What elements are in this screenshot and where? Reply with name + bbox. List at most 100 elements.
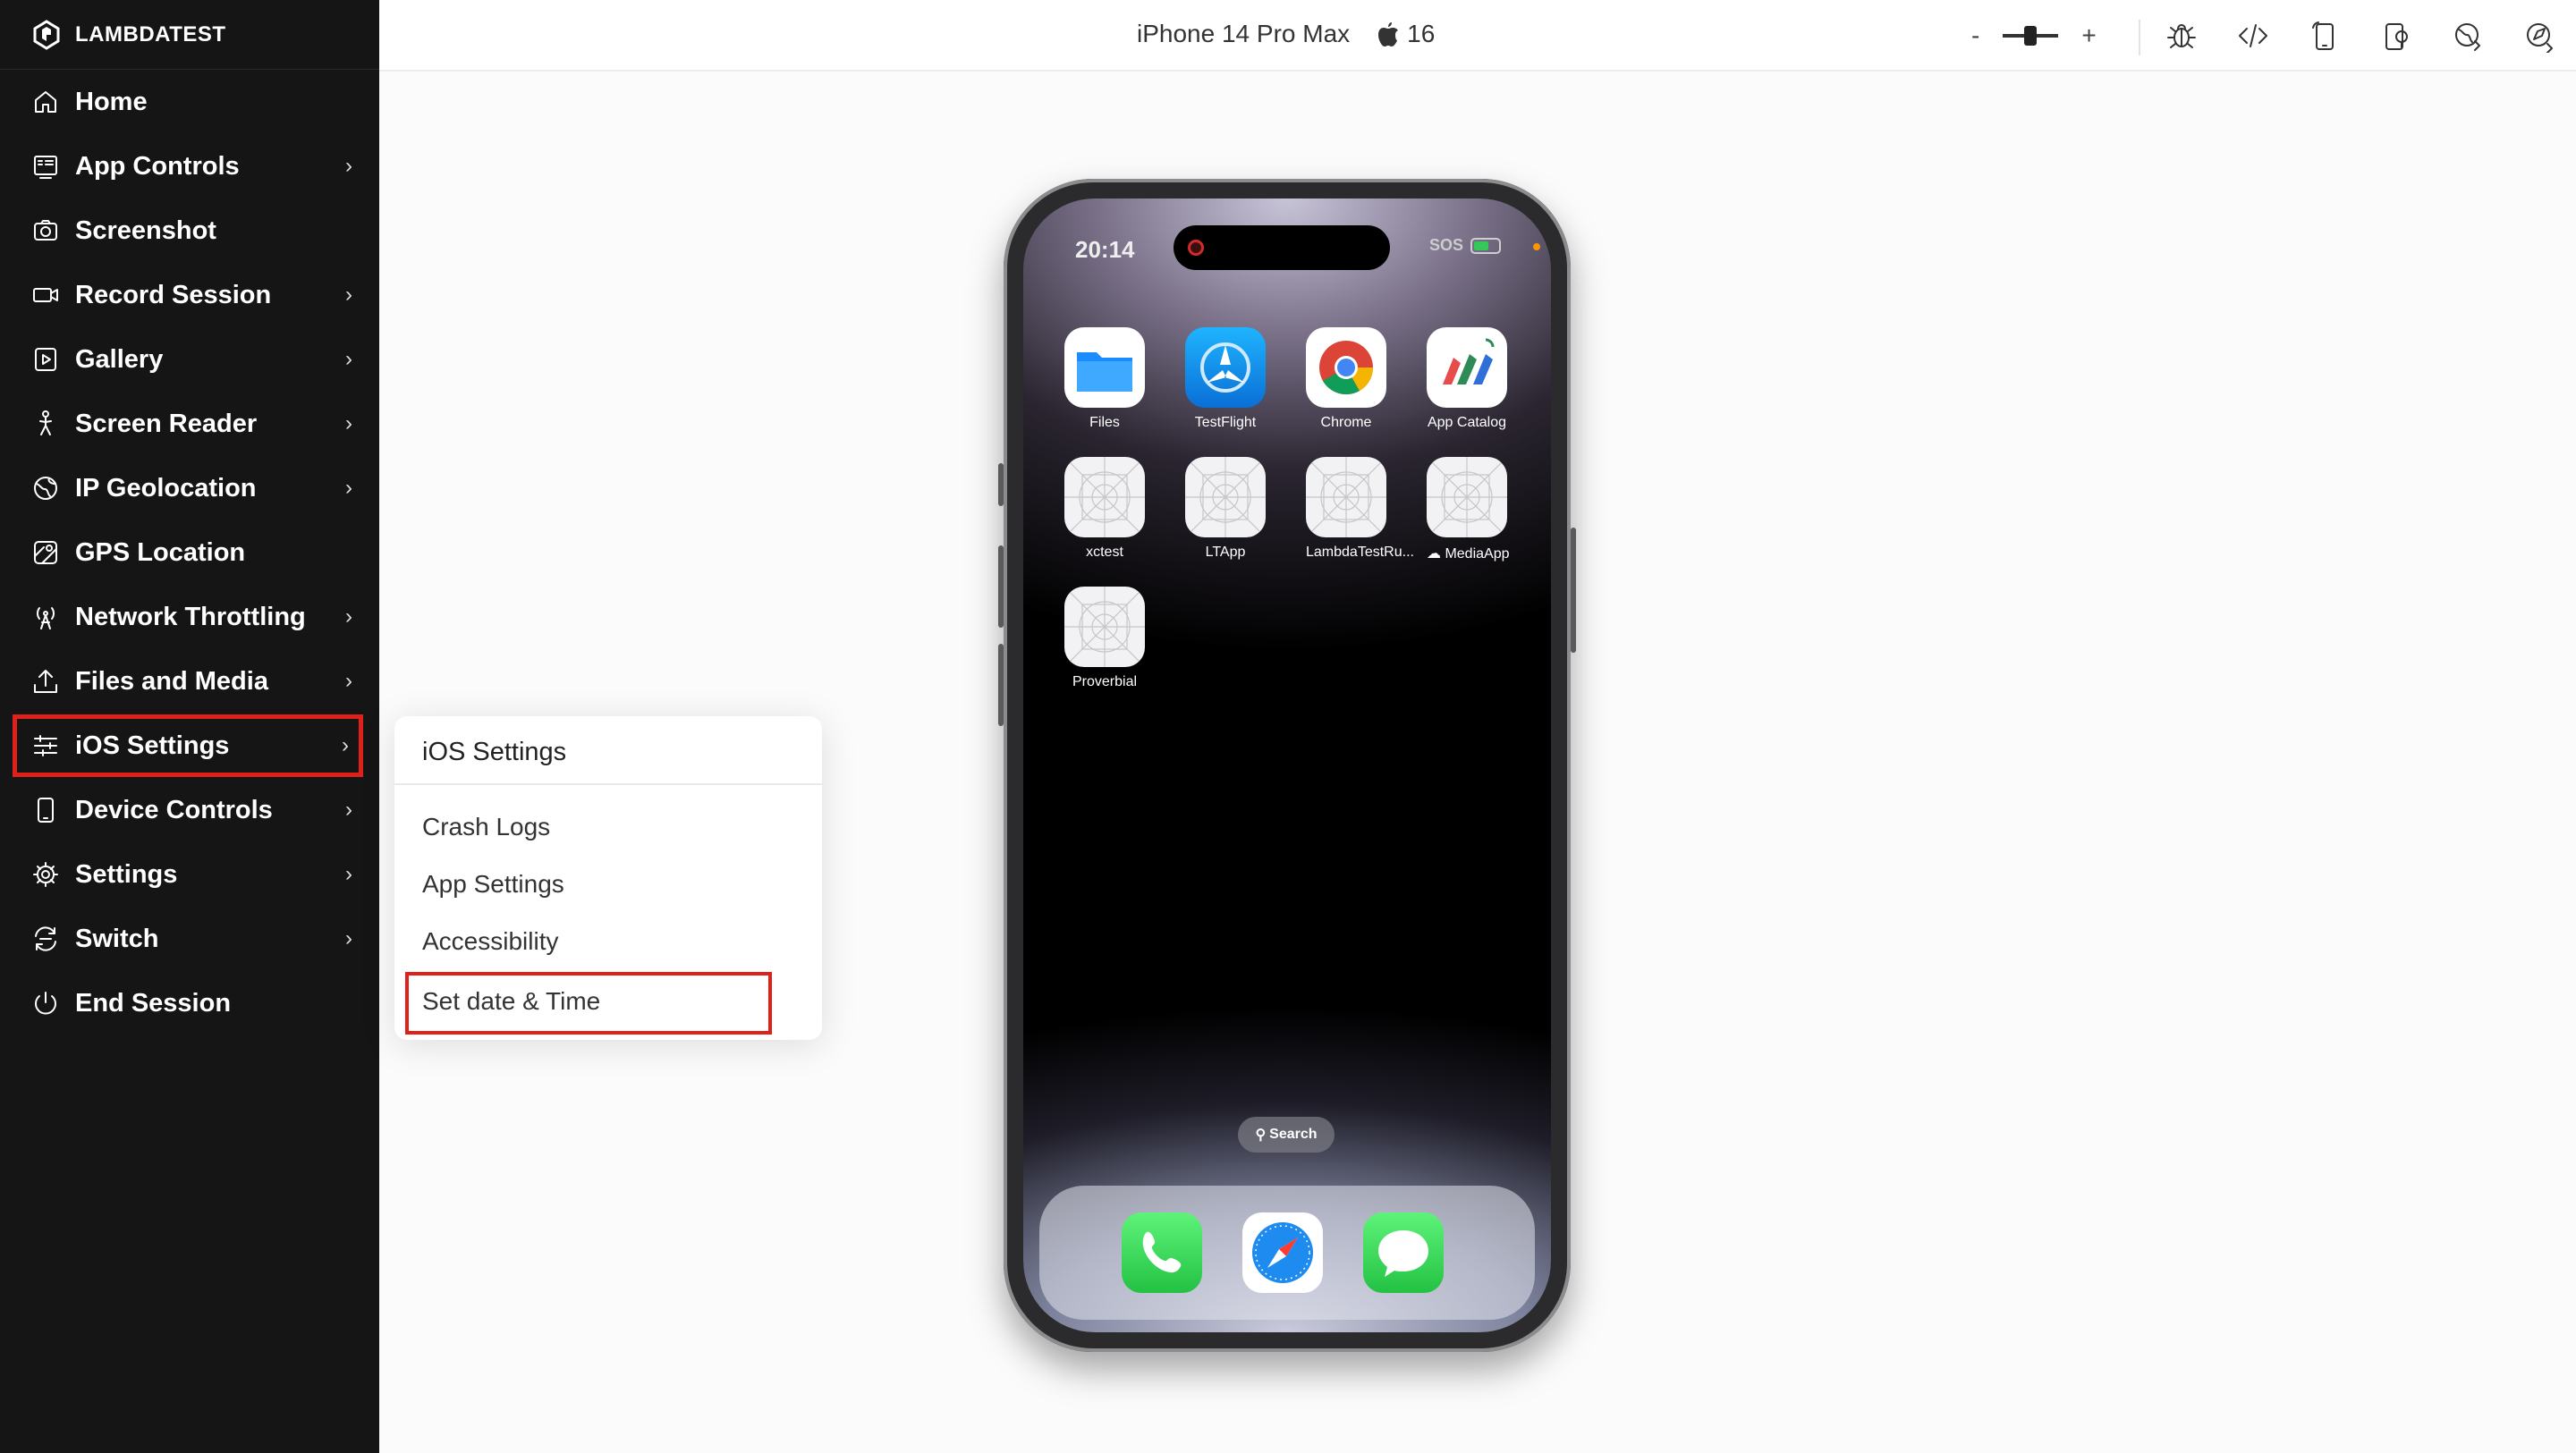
sidebar-item-gallery[interactable]: Gallery › xyxy=(0,327,379,392)
device-screen[interactable]: 20:14 SOS Files TestFlight Chrome App Ca… xyxy=(1023,199,1551,1332)
code-icon[interactable] xyxy=(2233,16,2273,55)
sidebar-item-label: Screenshot xyxy=(75,215,216,245)
app-name: TestFlight xyxy=(1194,415,1257,430)
app-mediaapp[interactable]: ☁ MediaApp xyxy=(1427,457,1510,562)
chevron-right-icon: › xyxy=(345,926,352,950)
placeholder-app-icon xyxy=(1185,457,1266,537)
placeholder-app-icon xyxy=(1427,457,1507,537)
brand[interactable]: LAMBDATEST xyxy=(0,0,379,70)
map-icon xyxy=(30,537,61,568)
bug-icon[interactable] xyxy=(2162,16,2201,55)
zoom-slider[interactable] xyxy=(2003,26,2059,46)
os-version: 16 xyxy=(1377,20,1435,48)
sidebar-nav: Home App Controls › Screenshot Record Se… xyxy=(0,70,379,1035)
zoom-in-button[interactable]: + xyxy=(2081,21,2096,50)
submenu-item-app-settings[interactable]: App Settings xyxy=(422,870,564,899)
chevron-right-icon: › xyxy=(342,733,349,757)
sidebar: LAMBDATEST Home App Controls › Screensho… xyxy=(0,0,379,1453)
submenu-item-set-date-time[interactable]: Set date & Time xyxy=(405,972,772,1035)
sidebar-item-device-controls[interactable]: Device Controls › xyxy=(0,778,379,842)
power-side-button xyxy=(1571,528,1576,653)
mute-switch xyxy=(998,463,1004,506)
app-ltapp[interactable]: LTApp xyxy=(1185,457,1266,561)
placeholder-app-icon xyxy=(1064,457,1145,537)
apple-icon xyxy=(1378,22,1399,46)
spotlight-search-button[interactable]: ⚲ Search xyxy=(1238,1117,1335,1153)
video-icon xyxy=(30,280,61,310)
chevron-right-icon: › xyxy=(345,411,352,435)
app-name: Files xyxy=(1089,415,1120,430)
messages-icon[interactable] xyxy=(1363,1212,1444,1293)
submenu-item-accessibility[interactable]: Accessibility xyxy=(422,927,558,956)
app-chrome[interactable]: Chrome xyxy=(1306,327,1386,431)
sidebar-item-label: Files and Media xyxy=(75,666,268,696)
app-name: ☁ MediaApp xyxy=(1427,545,1510,562)
power-icon xyxy=(30,988,61,1018)
sidebar-item-switch[interactable]: Switch › xyxy=(0,907,379,971)
placeholder-app-icon xyxy=(1064,587,1145,667)
submenu-item-crash-logs[interactable]: Crash Logs xyxy=(422,813,550,841)
sidebar-item-home[interactable]: Home xyxy=(0,70,379,134)
sidebar-item-ios-settings[interactable]: iOS Settings › xyxy=(12,714,364,778)
app-proverbial[interactable]: Proverbial xyxy=(1064,587,1145,690)
zoom-slider-thumb[interactable] xyxy=(2024,26,2038,46)
sidebar-item-network-throttling[interactable]: Network Throttling › xyxy=(0,585,379,649)
app-xctest[interactable]: xctest xyxy=(1064,457,1145,561)
testflight-icon xyxy=(1185,327,1266,408)
privacy-indicator-icon xyxy=(1533,243,1540,250)
sidebar-item-ip-geolocation[interactable]: IP Geolocation › xyxy=(0,456,379,520)
sidebar-item-label: GPS Location xyxy=(75,537,246,567)
volume-down-button xyxy=(998,644,1004,726)
files-icon xyxy=(1064,327,1145,408)
carrier-status: SOS xyxy=(1428,236,1463,254)
chevron-right-icon: › xyxy=(345,476,352,500)
device-icon xyxy=(30,795,61,825)
zoom-out-button[interactable]: - xyxy=(1971,21,1979,50)
app-app-catalog[interactable]: App Catalog xyxy=(1427,327,1507,431)
search-icon: ⚲ xyxy=(1255,1128,1267,1143)
app-name: xctest xyxy=(1086,545,1123,560)
rotate-device-icon[interactable] xyxy=(2305,16,2344,55)
safari-icon[interactable] xyxy=(1242,1212,1323,1293)
chevron-right-icon: › xyxy=(345,604,352,629)
sidebar-item-label: End Session xyxy=(75,988,232,1018)
device-info-icon[interactable] xyxy=(2377,16,2416,55)
app-testflight[interactable]: TestFlight xyxy=(1185,327,1266,431)
sidebar-item-record-session[interactable]: Record Session › xyxy=(0,263,379,327)
location-settings-icon[interactable] xyxy=(2520,16,2559,55)
upload-icon xyxy=(30,666,61,697)
sidebar-item-label: Gallery xyxy=(75,344,164,374)
sliders-icon xyxy=(30,731,61,761)
zoom-control: - + xyxy=(1971,18,2097,54)
lambdatest-logo-icon xyxy=(33,19,60,50)
search-label: Search xyxy=(1269,1127,1318,1142)
dynamic-island xyxy=(1174,225,1390,270)
network-logs-icon[interactable] xyxy=(2448,16,2487,55)
sidebar-item-settings[interactable]: Settings › xyxy=(0,842,379,907)
chevron-right-icon: › xyxy=(345,283,352,307)
sidebar-item-files-and-media[interactable]: Files and Media › xyxy=(0,649,379,714)
sidebar-item-gps-location[interactable]: GPS Location xyxy=(0,520,379,585)
submenu-title: iOS Settings xyxy=(394,716,822,785)
placeholder-app-icon xyxy=(1306,457,1386,537)
sidebar-item-end-session[interactable]: End Session xyxy=(0,971,379,1035)
app-lambdatest-runner[interactable]: LambdaTestRu... xyxy=(1306,457,1414,561)
dock xyxy=(1039,1186,1535,1320)
chevron-right-icon: › xyxy=(345,669,352,693)
status-indicators: SOS xyxy=(1429,236,1501,255)
sidebar-item-screenshot[interactable]: Screenshot xyxy=(0,199,379,263)
sidebar-item-label: IP Geolocation xyxy=(75,473,257,503)
app-name: LTApp xyxy=(1205,545,1246,560)
sidebar-item-label: Home xyxy=(75,87,148,116)
chevron-right-icon: › xyxy=(345,154,352,178)
sidebar-item-label: Switch xyxy=(75,924,159,953)
sidebar-item-screen-reader[interactable]: Screen Reader › xyxy=(0,392,379,456)
sidebar-item-app-controls[interactable]: App Controls › xyxy=(0,134,379,199)
phone-app-icon[interactable] xyxy=(1122,1212,1202,1293)
sidebar-item-label: iOS Settings xyxy=(75,731,230,760)
gear-icon xyxy=(30,859,61,890)
sidebar-item-label: Record Session xyxy=(75,280,272,309)
app-files[interactable]: Files xyxy=(1064,327,1145,431)
os-version-number: 16 xyxy=(1407,20,1436,47)
app-name: LambdaTestRu... xyxy=(1306,545,1414,560)
